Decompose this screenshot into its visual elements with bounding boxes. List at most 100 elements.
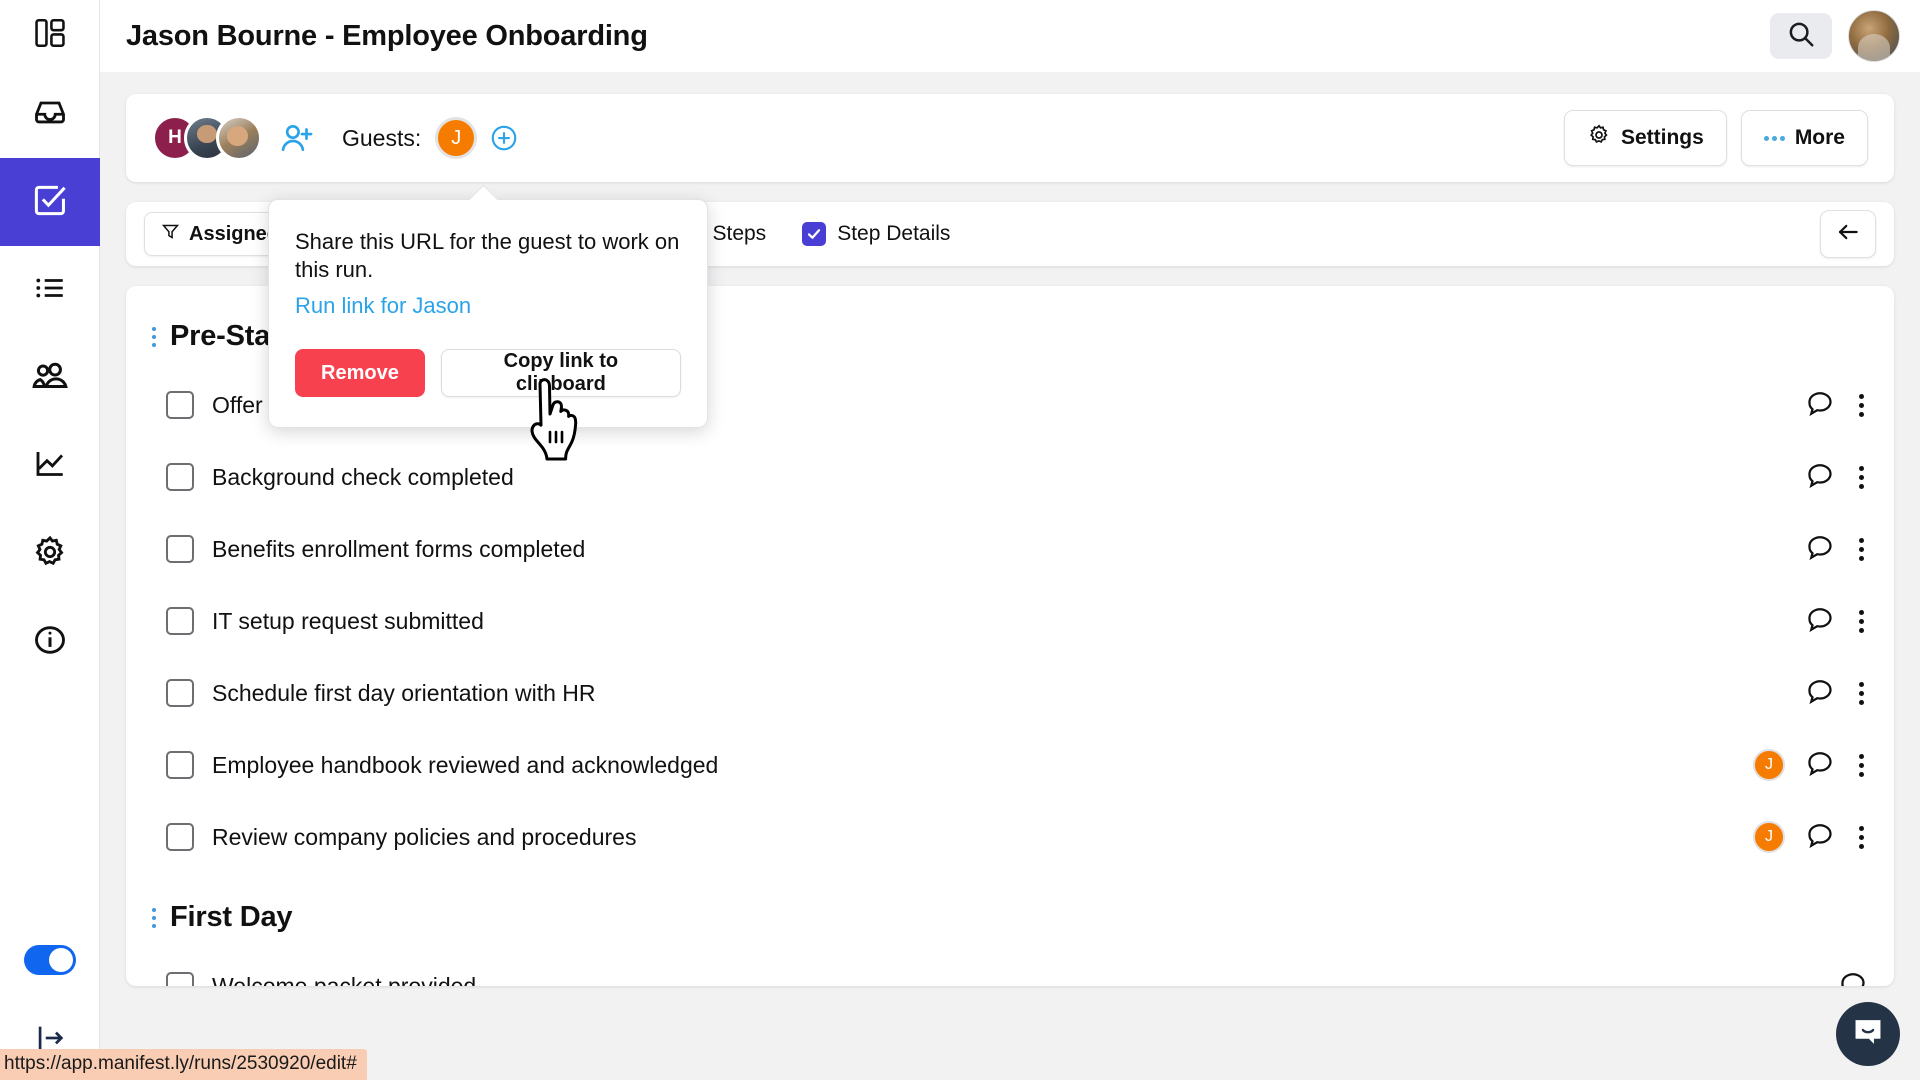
top-bar-actions xyxy=(1770,10,1920,62)
popover-body-text: Share this URL for the guest to work on … xyxy=(295,229,680,283)
comment-icon[interactable] xyxy=(1805,460,1835,495)
task-assignee-avatar[interactable]: J xyxy=(1753,821,1785,853)
inbox-icon xyxy=(32,94,68,135)
sidebar-item-lists[interactable] xyxy=(0,246,100,334)
search-button[interactable] xyxy=(1770,13,1832,59)
chat-support-button[interactable] xyxy=(1836,1002,1900,1066)
back-button[interactable] xyxy=(1820,210,1876,258)
task-menu-button[interactable] xyxy=(1855,750,1868,781)
task-row-actions xyxy=(1838,969,1868,986)
task-assignee-avatar[interactable]: J xyxy=(1753,749,1785,781)
task-label: Welcome packet provided xyxy=(212,972,477,987)
task-checkbox[interactable] xyxy=(166,751,194,779)
list-icon xyxy=(32,270,68,311)
gear-icon xyxy=(1587,123,1611,153)
sidebar-toggle-wrap xyxy=(0,920,100,1000)
ellipsis-icon xyxy=(1763,135,1785,141)
task-checkbox[interactable] xyxy=(166,535,194,563)
header-actions: Settings More xyxy=(1563,110,1868,166)
task-checkbox[interactable] xyxy=(166,823,194,851)
avatar[interactable] xyxy=(1848,10,1900,62)
comment-icon[interactable] xyxy=(1805,676,1835,711)
more-button-label: More xyxy=(1794,126,1845,149)
member-avatar-stack: H xyxy=(152,115,262,161)
task-label: Schedule first day orientation with HR xyxy=(212,679,596,706)
task-menu-button[interactable] xyxy=(1855,534,1868,565)
task-row[interactable]: Employee handbook reviewed and acknowled… xyxy=(126,729,1894,801)
task-row[interactable]: Review company policies and procedures J xyxy=(126,801,1894,873)
comment-icon[interactable] xyxy=(1805,388,1835,423)
step-details-label: Step Details xyxy=(837,222,951,245)
funnel-icon xyxy=(161,222,180,247)
step-details-toggle[interactable]: Step Details xyxy=(802,222,950,246)
sidebar-item-checklists[interactable] xyxy=(0,158,100,246)
sidebar-item-info[interactable] xyxy=(0,598,100,686)
comment-icon[interactable] xyxy=(1805,604,1835,639)
sidebar-item-settings[interactable] xyxy=(0,510,100,598)
task-label: Benefits enrollment forms completed xyxy=(212,535,586,562)
more-button[interactable]: More xyxy=(1740,110,1868,166)
sidebar-item-reports[interactable] xyxy=(0,422,100,510)
plus-circle-icon[interactable] xyxy=(489,123,519,153)
task-label: Employee handbook reviewed and acknowled… xyxy=(212,751,719,778)
comment-icon[interactable] xyxy=(1805,820,1835,855)
guests-label: Guests: xyxy=(342,124,422,151)
task-checkbox[interactable] xyxy=(166,679,194,707)
task-label: IT setup request submitted xyxy=(212,607,484,634)
search-icon xyxy=(1786,19,1816,54)
info-circle-icon xyxy=(32,622,68,663)
task-row-actions xyxy=(1805,676,1868,711)
comment-icon[interactable] xyxy=(1838,969,1868,986)
people-icon xyxy=(31,357,69,400)
task-checkbox[interactable] xyxy=(166,607,194,635)
task-row[interactable]: Background check completed xyxy=(126,441,1894,513)
task-row[interactable]: Welcome packet provided xyxy=(126,950,1894,986)
chat-bubble-icon xyxy=(1851,1015,1885,1054)
task-row-actions xyxy=(1805,532,1868,567)
task-menu-button[interactable] xyxy=(1855,606,1868,637)
popover-actions: Remove Copy link to clipboard xyxy=(295,349,681,398)
task-checkbox[interactable] xyxy=(166,391,194,419)
drag-handle-icon[interactable] xyxy=(152,907,156,928)
task-menu-button[interactable] xyxy=(1855,678,1868,709)
settings-button[interactable]: Settings xyxy=(1563,110,1727,166)
arrow-left-icon xyxy=(1835,219,1861,250)
task-menu-button[interactable] xyxy=(1855,390,1868,421)
task-row[interactable]: Benefits enrollment forms completed xyxy=(126,513,1894,585)
task-label: Review company policies and procedures xyxy=(212,823,637,850)
run-link[interactable]: Run link for Jason xyxy=(295,293,471,319)
task-menu-button[interactable] xyxy=(1855,822,1868,853)
sidebar-item-inbox[interactable] xyxy=(0,70,100,158)
group-header[interactable]: First Day xyxy=(126,885,1894,950)
task-checkbox[interactable] xyxy=(166,463,194,491)
step-details-checkbox[interactable] xyxy=(802,222,827,246)
status-bar-url: https://app.manifest.ly/runs/2530920/edi… xyxy=(0,1049,367,1080)
task-row[interactable]: Schedule first day orientation with HR xyxy=(126,657,1894,729)
guest-share-popover: Share this URL for the guest to work on … xyxy=(268,199,708,429)
assignee-filter-label: Assignee xyxy=(189,222,278,245)
task-row-actions xyxy=(1805,604,1868,639)
task-row-actions: J xyxy=(1753,820,1868,855)
add-person-icon[interactable] xyxy=(278,119,316,157)
task-row[interactable]: IT setup request submitted xyxy=(126,585,1894,657)
member-avatar[interactable] xyxy=(216,115,262,161)
guest-bar: H Guests: J Settings More xyxy=(126,94,1894,182)
comment-icon[interactable] xyxy=(1805,748,1835,783)
comment-icon[interactable] xyxy=(1805,532,1835,567)
toggle-knob xyxy=(48,948,73,972)
guest-avatar-jason[interactable]: J xyxy=(435,117,478,159)
group-title: First Day xyxy=(170,901,293,933)
sidebar-mode-toggle[interactable] xyxy=(23,945,76,975)
remove-guest-button[interactable]: Remove xyxy=(295,349,425,398)
task-row-actions: J xyxy=(1753,748,1868,783)
sidebar-item-dashboard[interactable] xyxy=(0,0,100,70)
drag-handle-icon[interactable] xyxy=(152,326,156,347)
copy-link-button[interactable]: Copy link to clipboard xyxy=(440,349,681,398)
left-sidebar xyxy=(0,0,100,1080)
task-menu-button[interactable] xyxy=(1855,462,1868,493)
sidebar-item-people[interactable] xyxy=(0,334,100,422)
task-checkbox[interactable] xyxy=(166,972,194,986)
checkbox-icon xyxy=(31,181,69,224)
task-label: Background check completed xyxy=(212,463,514,490)
chart-line-icon xyxy=(32,446,68,487)
